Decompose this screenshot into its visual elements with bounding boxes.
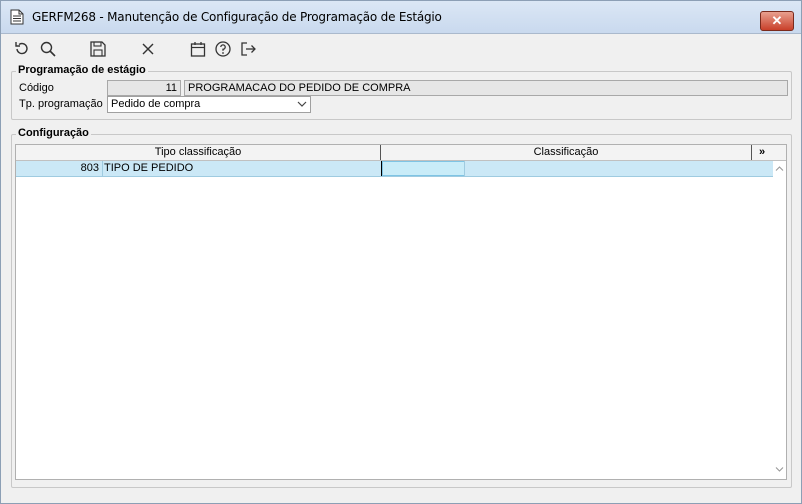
programacao-legend: Programação de estágio <box>16 64 148 76</box>
close-button[interactable]: ✕ <box>760 11 794 31</box>
codigo-field[interactable]: 11 <box>107 80 181 96</box>
exit-icon[interactable] <box>237 38 259 60</box>
descricao-field[interactable]: PROGRAMACAO DO PEDIDO DE COMPRA <box>184 80 788 96</box>
document-icon <box>10 9 24 28</box>
vertical-scrollbar[interactable] <box>773 161 786 479</box>
calendar-icon[interactable] <box>187 38 209 60</box>
scroll-down-icon[interactable] <box>775 464 784 476</box>
scroll-up-icon[interactable] <box>775 163 784 175</box>
col-tipo-classificacao[interactable]: Tipo classificação <box>16 145 381 160</box>
configuracao-legend: Configuração <box>16 127 91 139</box>
search-icon[interactable] <box>37 38 59 60</box>
codigo-label: Código <box>19 82 54 94</box>
main-window: GERFM268 - Manutenção de Configuração de… <box>0 0 802 504</box>
col-classificacao[interactable]: Classificação <box>381 145 752 160</box>
tp-programacao-label: Tp. programação <box>19 98 103 110</box>
cancel-icon[interactable] <box>137 38 159 60</box>
configuracao-grid: Tipo classificação Classificação » 803 T… <box>15 144 787 480</box>
save-icon[interactable] <box>87 38 109 60</box>
expand-columns-button[interactable]: » <box>752 145 772 160</box>
cell-classificacao <box>464 161 774 176</box>
grid-header: Tipo classificação Classificação » <box>16 145 786 161</box>
cell-classificacao-editor[interactable] <box>381 161 465 176</box>
cell-tipo: TIPO DE PEDIDO <box>102 161 380 176</box>
tp-programacao-select[interactable]: Pedido de compra <box>107 96 311 113</box>
tp-programacao-value: Pedido de compra <box>111 98 201 110</box>
cell-code: 803 <box>80 162 99 174</box>
table-row[interactable]: 803 TIPO DE PEDIDO <box>16 161 773 177</box>
refresh-icon[interactable] <box>11 38 33 60</box>
toolbar <box>1 34 801 64</box>
chevron-down-icon <box>297 99 307 114</box>
title-bar: GERFM268 - Manutenção de Configuração de… <box>1 1 801 34</box>
window-title: GERFM268 - Manutenção de Configuração de… <box>32 10 442 24</box>
help-icon[interactable] <box>212 38 234 60</box>
